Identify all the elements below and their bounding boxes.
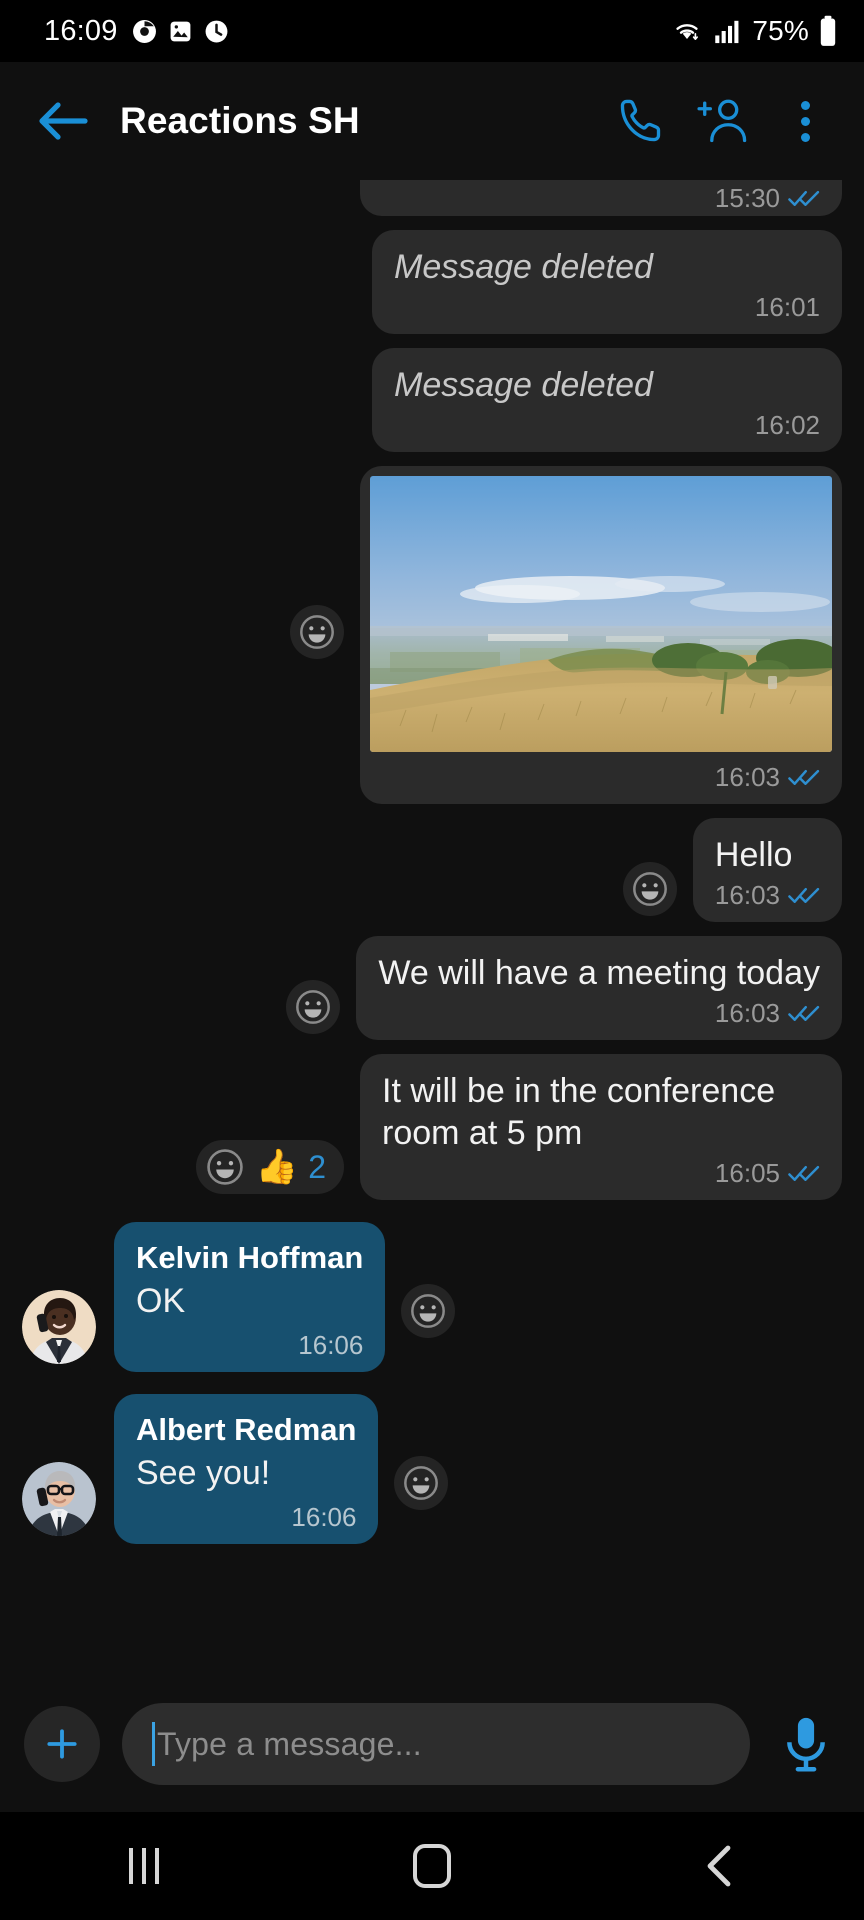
- battery-percent-label: 75%: [752, 15, 809, 46]
- image-message-meta: 16:03: [370, 752, 832, 796]
- message-row: Kelvin Hoffman OK 16:06: [22, 1222, 842, 1372]
- message-thread[interactable]: 15:30 Message deleted 16:01 Message dele…: [0, 180, 864, 1676]
- message-row: 👍 2 It will be in the conference room at…: [22, 1054, 842, 1200]
- message-time: 16:03: [714, 998, 780, 1028]
- add-reaction-icon[interactable]: [290, 605, 344, 659]
- message-row: Message deleted 16:01: [22, 230, 842, 334]
- avatar-kelvin-hoffman[interactable]: [22, 1290, 96, 1364]
- message-row-image: 16:03: [22, 466, 842, 804]
- message-text: It will be in the conference room at 5 p…: [382, 1072, 776, 1152]
- back-button[interactable]: [660, 1812, 780, 1920]
- message-input[interactable]: Type a message...: [122, 1703, 750, 1785]
- text-cursor: [152, 1722, 155, 1766]
- overflow-menu-icon[interactable]: [778, 94, 832, 148]
- message-bubble-image[interactable]: 16:03: [360, 466, 842, 804]
- message-time: 15:30: [714, 183, 780, 213]
- photo-hilltop-valley: [370, 476, 832, 752]
- recents-button[interactable]: [84, 1812, 204, 1920]
- signal-icon: [715, 20, 739, 44]
- message-bubble-incoming[interactable]: Albert Redman See you! 16:06: [114, 1394, 379, 1544]
- status-notification-icons: [132, 19, 229, 44]
- app-bar: Reactions SH: [0, 62, 864, 180]
- message-time: 16:03: [714, 880, 780, 910]
- photo-attachment[interactable]: [370, 476, 832, 752]
- add-reaction-icon[interactable]: [204, 1146, 246, 1188]
- message-bubble-deleted[interactable]: Message deleted 16:02: [372, 348, 842, 452]
- message-text: We will have a meeting today: [378, 954, 820, 992]
- message-input-placeholder: Type a message...: [157, 1725, 422, 1762]
- recents-icon: [129, 1848, 159, 1884]
- message-sender-name: Kelvin Hoffman: [136, 1240, 364, 1275]
- message-time: 16:05: [714, 1158, 780, 1188]
- message-row: Albert Redman See you! 16:06: [22, 1394, 842, 1544]
- page-title: Reactions SH: [120, 100, 360, 141]
- message-bubble-deleted[interactable]: Message deleted 16:01: [372, 230, 842, 334]
- message-time: 16:01: [754, 292, 820, 322]
- thumbs-up-emoji: 👍: [255, 1148, 299, 1186]
- message-sender-name: Albert Redman: [136, 1412, 357, 1447]
- message-bubble-outgoing[interactable]: 15:30: [360, 180, 842, 216]
- attach-plus-icon[interactable]: [24, 1706, 100, 1782]
- status-bar-right: 75%: [670, 15, 838, 47]
- message-text: Message deleted: [394, 366, 653, 404]
- add-person-icon[interactable]: [696, 94, 750, 148]
- message-row: Message deleted 16:02: [22, 348, 842, 452]
- read-receipt-double-check-icon: [788, 190, 820, 206]
- message-text: Message deleted: [394, 248, 653, 286]
- battery-icon: [820, 15, 836, 46]
- microphone-icon[interactable]: [772, 1710, 840, 1778]
- message-bubble-outgoing[interactable]: We will have a meeting today 16:03: [356, 936, 842, 1040]
- message-row: Hello 16:03: [22, 818, 842, 922]
- message-row: We will have a meeting today 16:03: [22, 936, 842, 1040]
- gallery-icon: [170, 21, 190, 41]
- message-time: 16:03: [714, 762, 780, 792]
- back-arrow-icon[interactable]: [34, 92, 92, 150]
- add-reaction-icon[interactable]: [401, 1284, 456, 1338]
- message-row: 15:30: [22, 180, 842, 216]
- status-clock: 16:09: [44, 14, 118, 47]
- message-time: 16:06: [298, 1330, 364, 1360]
- status-bar: 16:09 75%: [0, 0, 864, 62]
- chat-screen: 16:09 75% Reactions SH 15:30 Message del…: [0, 0, 864, 1920]
- message-text: See you!: [136, 1454, 271, 1492]
- system-navigation-bar: [0, 1812, 864, 1920]
- home-icon: [413, 1844, 451, 1888]
- message-bubble-incoming[interactable]: Kelvin Hoffman OK 16:06: [114, 1222, 386, 1372]
- message-time: 16:06: [291, 1502, 357, 1532]
- app-bar-actions: [614, 94, 842, 148]
- chrome-badge-icon: [132, 19, 156, 43]
- reaction-count: 2: [308, 1149, 326, 1185]
- chevron-left-icon: [707, 1845, 731, 1887]
- message-text: Hello: [714, 836, 793, 874]
- add-reaction-icon[interactable]: [286, 980, 341, 1034]
- message-bubble-outgoing[interactable]: Hello 16:03: [692, 818, 842, 922]
- read-receipt-double-check-icon: [788, 1165, 820, 1181]
- message-reaction-badge[interactable]: 👍 2: [195, 1140, 344, 1194]
- read-receipt-double-check-icon: [788, 887, 820, 903]
- wifi-icon: [676, 24, 699, 40]
- status-bar-left: 16:09: [44, 15, 229, 48]
- message-time: 16:02: [754, 410, 820, 440]
- add-reaction-icon[interactable]: [622, 862, 677, 916]
- avatar-albert-redman[interactable]: [22, 1462, 96, 1536]
- call-icon[interactable]: [614, 94, 668, 148]
- clock-alarm-icon: [205, 20, 228, 42]
- read-receipt-double-check-icon: [788, 1005, 820, 1021]
- add-reaction-icon[interactable]: [394, 1456, 449, 1510]
- message-bubble-outgoing[interactable]: It will be in the conference room at 5 p…: [360, 1054, 842, 1200]
- read-receipt-double-check-icon: [788, 769, 820, 785]
- message-composer: Type a message...: [0, 1676, 864, 1812]
- message-text: OK: [136, 1282, 186, 1320]
- home-button[interactable]: [372, 1812, 492, 1920]
